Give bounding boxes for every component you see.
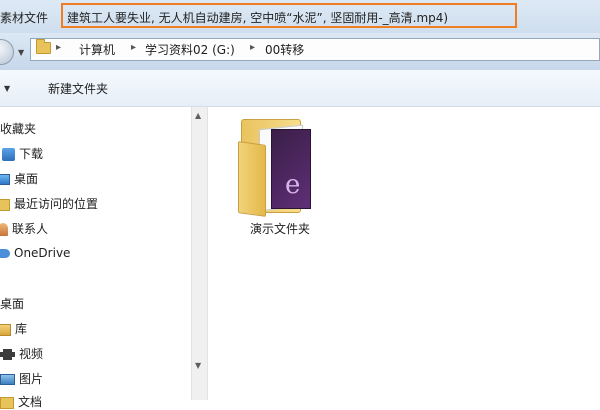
nav-item-label: 文档 bbox=[18, 395, 43, 409]
nav-item-onedrive[interactable]: OneDrive bbox=[0, 246, 70, 260]
nav-item-pictures[interactable]: 图片 bbox=[0, 370, 43, 387]
nav-item-label: 库 bbox=[15, 322, 28, 336]
nav-desktop-header[interactable]: 桌面 bbox=[0, 295, 24, 312]
nav-favorites-header[interactable]: 收藏夹 bbox=[0, 120, 36, 137]
window-title: 建筑工人要失业, 无人机自动建房, 空中喷“水泥”, 坚固耐用-_高清.mp4) bbox=[67, 11, 449, 25]
chevron-right-icon[interactable]: ▸ bbox=[131, 42, 136, 53]
address-bar[interactable] bbox=[30, 38, 600, 61]
nav-item-desktop[interactable]: 桌面 bbox=[0, 170, 38, 187]
contacts-icon bbox=[0, 223, 8, 236]
scroll-up-icon[interactable]: ▲ bbox=[195, 111, 201, 120]
nav-item-recent[interactable]: 最近访问的位置 bbox=[0, 195, 98, 212]
chevron-right-icon[interactable]: ▸ bbox=[56, 42, 61, 53]
desktop-icon bbox=[0, 174, 10, 185]
library-icon bbox=[0, 323, 11, 336]
download-icon bbox=[2, 148, 15, 161]
breadcrumb-computer[interactable]: 计算机 bbox=[79, 41, 115, 58]
nav-item-downloads[interactable]: 下载 bbox=[2, 145, 43, 162]
nav-item-contacts[interactable]: 联系人 bbox=[0, 220, 48, 237]
folder-front bbox=[238, 141, 266, 217]
nav-item-label: 最近访问的位置 bbox=[14, 197, 99, 211]
picture-icon bbox=[0, 374, 15, 385]
recent-pages-dropdown-icon[interactable]: ▼ bbox=[18, 48, 24, 57]
favorites-header-label: 收藏夹 bbox=[0, 122, 37, 136]
new-folder-button[interactable]: 新建文件夹 bbox=[48, 80, 108, 97]
cloud-icon bbox=[0, 249, 10, 258]
recent-places-icon bbox=[0, 198, 10, 211]
scroll-down-icon[interactable]: ▼ bbox=[195, 361, 201, 370]
nav-item-label: 联系人 bbox=[12, 222, 49, 236]
desktop-header-label: 桌面 bbox=[0, 297, 25, 311]
nav-item-videos[interactable]: 视频 bbox=[0, 345, 43, 362]
nav-item-documents[interactable]: 文档 bbox=[0, 393, 42, 410]
window-title-prefix: 素材文件 bbox=[0, 11, 49, 25]
breadcrumb-drive[interactable]: 学习资料02 (G:) bbox=[145, 41, 235, 58]
folder-name[interactable]: 演示文件夹 bbox=[250, 220, 310, 237]
video-icon bbox=[0, 349, 15, 360]
folder-icon-large[interactable]: e bbox=[238, 115, 314, 217]
nav-item-label: 图片 bbox=[19, 372, 44, 386]
nav-item-label: 下载 bbox=[19, 147, 44, 161]
nav-item-label: OneDrive bbox=[14, 246, 71, 260]
premiere-file-preview: e bbox=[271, 129, 311, 209]
organize-dropdown-icon[interactable]: ▼ bbox=[4, 84, 10, 93]
folder-icon bbox=[36, 39, 51, 54]
nav-item-label: 桌面 bbox=[14, 172, 39, 186]
document-icon bbox=[0, 396, 14, 409]
nav-item-label: 视频 bbox=[19, 347, 44, 361]
breadcrumb-folder[interactable]: 00转移 bbox=[265, 41, 304, 58]
chevron-right-icon[interactable]: ▸ bbox=[250, 42, 255, 53]
app-logo-glyph: e bbox=[285, 170, 301, 200]
nav-pane-scrollbar[interactable] bbox=[191, 107, 208, 400]
nav-item-library[interactable]: 库 bbox=[0, 320, 27, 337]
